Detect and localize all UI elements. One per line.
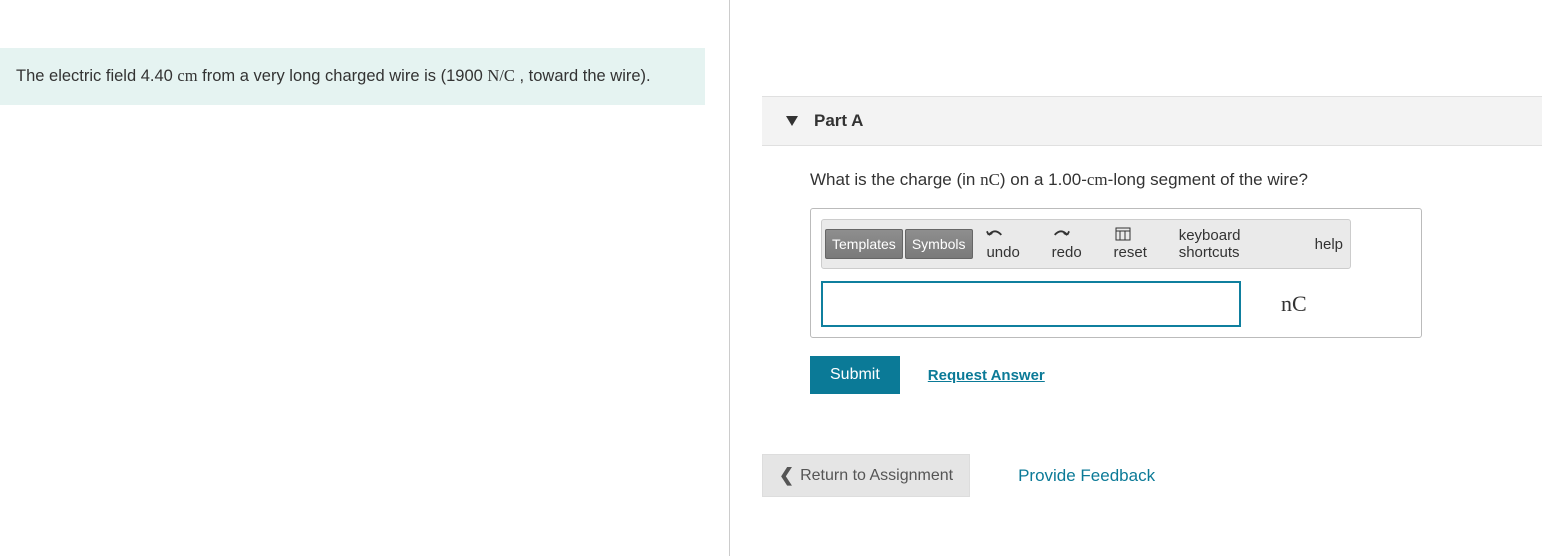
answer-unit: nC — [1281, 291, 1307, 317]
undo-icon — [986, 227, 1004, 241]
request-answer-link[interactable]: Request Answer — [928, 367, 1045, 384]
undo-button[interactable]: undo — [982, 223, 1045, 265]
question-text: What is the charge (in nC) on a 1.00-cm-… — [810, 170, 1518, 190]
chevron-left-icon: ❮ — [779, 465, 794, 486]
unit-cm: cm — [177, 66, 197, 85]
reset-button[interactable]: reset — [1110, 223, 1173, 265]
problem-text-1: The electric field 4.40 — [16, 67, 177, 85]
part-a-title: Part A — [814, 111, 863, 131]
redo-button[interactable]: redo — [1048, 223, 1108, 265]
problem-text-2: from a very long charged wire is (1900 — [198, 67, 488, 85]
provide-feedback-link[interactable]: Provide Feedback — [1018, 466, 1155, 486]
reset-icon — [1114, 227, 1132, 241]
collapse-icon — [786, 116, 798, 126]
unit-n-per-c: N/C — [487, 66, 515, 85]
submit-button[interactable]: Submit — [810, 356, 900, 394]
keyboard-shortcuts-button[interactable]: keyboard shortcuts — [1175, 223, 1309, 265]
templates-button[interactable]: Templates — [825, 229, 903, 259]
redo-icon — [1052, 227, 1070, 241]
part-a-header[interactable]: Part A — [762, 96, 1542, 146]
equation-toolbar: Templates Symbols undo redo reset — [821, 219, 1351, 269]
problem-text-3: , toward the wire). — [515, 67, 651, 85]
answer-input[interactable] — [821, 281, 1241, 327]
help-button[interactable]: help — [1311, 232, 1347, 257]
answer-box: Templates Symbols undo redo reset — [810, 208, 1422, 338]
symbols-button[interactable]: Symbols — [905, 229, 973, 259]
return-to-assignment-button[interactable]: ❮ Return to Assignment — [762, 454, 970, 497]
problem-statement: The electric field 4.40 cm from a very l… — [0, 48, 705, 105]
